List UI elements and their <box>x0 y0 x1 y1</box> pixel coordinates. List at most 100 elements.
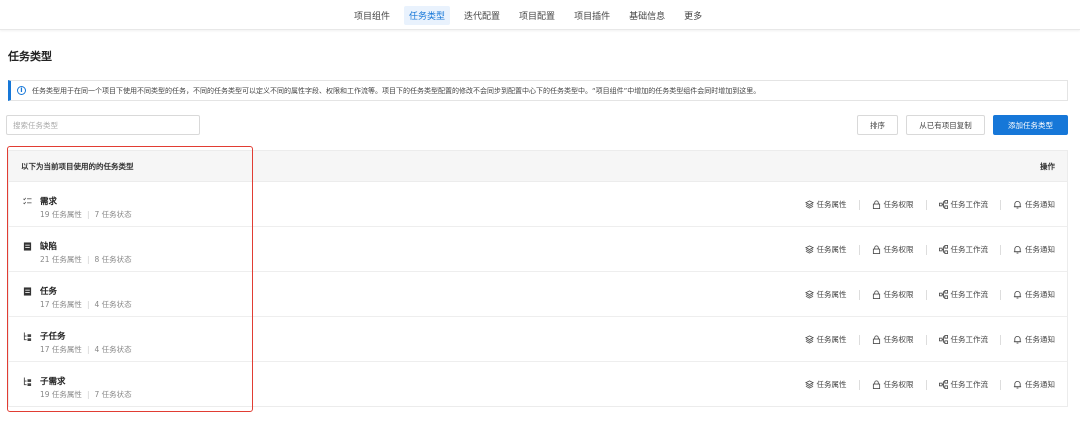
notify-action[interactable]: 任务通知 <box>1013 199 1055 210</box>
workflow-icon <box>938 335 948 344</box>
tab-project-components[interactable]: 项目组件 <box>349 6 395 25</box>
workflow-action-label: 任务工作流 <box>950 200 989 209</box>
tab-project-plugins[interactable]: 项目插件 <box>569 6 615 25</box>
task-doc-icon <box>23 287 32 296</box>
attr-count: 19 任务属性 <box>40 210 82 219</box>
table-row[interactable]: 需求 19 任务属性 | 7 任务状态 任务属性 任务权限 任务工作流 任务通知 <box>9 182 1067 227</box>
table-row[interactable]: 子任务 17 任务属性 | 4 任务状态 任务属性 任务权限 任务工作流 任务通知 <box>9 317 1067 362</box>
table-header-actions: 操作 <box>1040 161 1055 171</box>
task-type-meta: 19 任务属性 | 7 任务状态 <box>40 210 132 219</box>
add-task-type-button[interactable]: 添加任务类型 <box>993 115 1068 135</box>
notify-action[interactable]: 任务通知 <box>1013 244 1055 255</box>
attributes-action-label: 任务属性 <box>816 200 847 209</box>
workflow-action[interactable]: 任务工作流 <box>938 379 989 390</box>
row-actions: 任务属性 任务权限 任务工作流 任务通知 <box>804 317 1055 362</box>
task-type-meta: 21 任务属性 | 8 任务状态 <box>40 255 132 264</box>
permissions-action[interactable]: 任务权限 <box>872 334 914 345</box>
permissions-action[interactable]: 任务权限 <box>872 289 914 300</box>
tab-basic-info[interactable]: 基础信息 <box>624 6 670 25</box>
workflow-action-label: 任务工作流 <box>950 335 989 344</box>
state-count: 7 任务状态 <box>94 390 132 399</box>
row-actions: 任务属性 任务权限 任务工作流 任务通知 <box>804 227 1055 272</box>
workflow-icon <box>938 200 948 209</box>
workflow-action-label: 任务工作流 <box>950 380 989 389</box>
lock-icon <box>872 200 880 209</box>
checklist-icon <box>23 197 32 205</box>
task-type-meta: 19 任务属性 | 7 任务状态 <box>40 390 132 399</box>
workflow-action[interactable]: 任务工作流 <box>938 334 989 345</box>
attributes-action[interactable]: 任务属性 <box>804 334 847 345</box>
notify-action-label: 任务通知 <box>1025 200 1055 209</box>
bug-doc-icon <box>23 242 32 251</box>
state-count: 8 任务状态 <box>94 255 132 264</box>
nav-tabs: 项目组件 任务类型 迭代配置 项目配置 项目插件 基础信息 更多 <box>349 0 716 30</box>
task-type-name: 任务 <box>40 287 58 297</box>
notify-action[interactable]: 任务通知 <box>1013 379 1055 390</box>
lock-icon <box>872 290 880 299</box>
attributes-action[interactable]: 任务属性 <box>804 244 847 255</box>
task-type-name: 需求 <box>40 197 58 207</box>
permissions-action[interactable]: 任务权限 <box>872 244 914 255</box>
task-type-meta: 17 任务属性 | 4 任务状态 <box>40 345 132 354</box>
workflow-icon <box>938 245 948 254</box>
tab-iteration-config[interactable]: 迭代配置 <box>459 6 505 25</box>
task-type-table: 以下为当前项目使用的的任务类型 操作 需求 19 任务属性 | 7 任务状态 任务属… <box>8 150 1068 407</box>
attributes-action-label: 任务属性 <box>816 335 847 344</box>
layers-icon <box>804 380 814 389</box>
attr-count: 21 任务属性 <box>40 255 82 264</box>
attributes-action[interactable]: 任务属性 <box>804 379 847 390</box>
copy-from-project-button[interactable]: 从已有项目复制 <box>906 115 985 135</box>
workflow-action-label: 任务工作流 <box>950 245 989 254</box>
permissions-action[interactable]: 任务权限 <box>872 199 914 210</box>
notify-action[interactable]: 任务通知 <box>1013 334 1055 345</box>
attributes-action-label: 任务属性 <box>816 380 847 389</box>
workflow-action[interactable]: 任务工作流 <box>938 289 988 300</box>
info-text: 任务类型用于在同一个项目下使用不同类型的任务，不同的任务类型可以定义不同的属性字… <box>32 86 761 95</box>
lock-icon <box>872 335 880 344</box>
task-type-name: 子需求 <box>40 377 66 387</box>
workflow-icon <box>938 380 948 389</box>
subtask-icon <box>23 377 32 386</box>
notify-action[interactable]: 任务通知 <box>1013 289 1055 300</box>
tab-task-types[interactable]: 任务类型 <box>404 5 451 25</box>
top-navigation: 项目组件 任务类型 迭代配置 项目配置 项目插件 基础信息 更多 <box>0 0 1080 30</box>
bell-icon <box>1013 381 1022 389</box>
notify-action-label: 任务通知 <box>1025 380 1055 389</box>
task-type-name: 子任务 <box>40 332 66 342</box>
info-banner: i 任务类型用于在同一个项目下使用不同类型的任务，不同的任务类型可以定义不同的属… <box>8 80 1068 101</box>
permissions-action-label: 任务权限 <box>883 200 914 209</box>
table-row[interactable]: 任务 17 任务属性 | 4 任务状态 任务属性 任务权限 任务工作流 任务通知 <box>9 272 1067 317</box>
bell-icon <box>1013 336 1022 344</box>
table-header: 以下为当前项目使用的的任务类型 操作 <box>9 151 1067 182</box>
workflow-action[interactable]: 任务工作流 <box>938 244 989 255</box>
table-row[interactable]: 子需求 19 任务属性 | 7 任务状态 任务属性 任务权限 任务工作流 任务通知 <box>9 362 1067 407</box>
table-row[interactable]: 缺陷 21 任务属性 | 8 任务状态 任务属性 任务权限 任务工作流 任务通知 <box>9 227 1067 272</box>
layers-icon <box>804 200 814 209</box>
permissions-action[interactable]: 任务权限 <box>872 379 914 390</box>
search-input[interactable] <box>6 115 200 135</box>
attr-count: 17 任务属性 <box>40 300 82 309</box>
layers-icon <box>804 245 814 254</box>
page-title: 任务类型 <box>8 50 52 63</box>
tab-more[interactable]: 更多 <box>679 6 707 25</box>
row-actions: 任务属性 任务权限 任务工作流 任务通知 <box>804 362 1055 407</box>
task-type-name: 缺陷 <box>40 242 58 252</box>
bell-icon <box>1013 246 1022 254</box>
attributes-action[interactable]: 任务属性 <box>804 289 847 300</box>
row-actions: 任务属性 任务权限 任务工作流 任务通知 <box>804 272 1055 317</box>
lock-icon <box>872 245 880 254</box>
attributes-action[interactable]: 任务属性 <box>804 199 847 210</box>
permissions-action-label: 任务权限 <box>883 245 914 254</box>
attributes-action-label: 任务属性 <box>816 245 847 254</box>
workflow-icon <box>938 290 948 299</box>
tab-project-config[interactable]: 项目配置 <box>514 6 560 25</box>
layers-icon <box>804 290 814 299</box>
attr-count: 19 任务属性 <box>40 390 82 399</box>
sort-button[interactable]: 排序 <box>857 115 898 135</box>
workflow-action[interactable]: 任务工作流 <box>938 199 989 210</box>
state-count: 4 任务状态 <box>94 345 132 354</box>
permissions-action-label: 任务权限 <box>883 380 914 389</box>
notify-action-label: 任务通知 <box>1025 245 1055 254</box>
bell-icon <box>1013 201 1022 209</box>
state-count: 4 任务状态 <box>94 300 132 309</box>
